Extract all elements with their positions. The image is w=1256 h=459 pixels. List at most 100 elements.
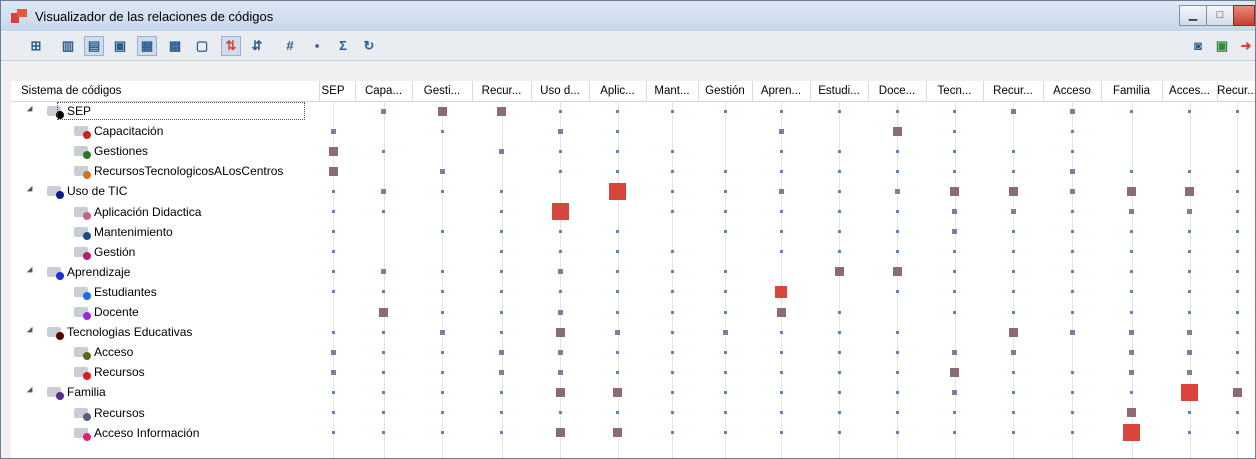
relation-cell-mark[interactable] xyxy=(1235,230,1239,234)
relation-cell-mark[interactable] xyxy=(616,169,619,173)
relation-cell-mark[interactable] xyxy=(440,290,444,294)
relation-cell-mark[interactable] xyxy=(670,210,674,213)
relation-cell-mark[interactable] xyxy=(1235,310,1239,314)
relation-cell-mark[interactable] xyxy=(331,189,335,193)
relation-cell-mark[interactable] xyxy=(895,210,899,213)
relation-cell-mark[interactable] xyxy=(382,149,385,153)
relation-cell-mark[interactable] xyxy=(331,230,335,234)
code-row[interactable]: Gestión xyxy=(11,242,311,262)
relation-cell-mark[interactable] xyxy=(1070,290,1074,294)
relation-cell-mark[interactable] xyxy=(1069,188,1075,194)
relation-cell-mark[interactable] xyxy=(330,369,336,375)
relation-cell-mark[interactable] xyxy=(440,431,444,435)
close-button[interactable] xyxy=(1233,5,1255,26)
relation-cell-mark[interactable] xyxy=(497,106,506,116)
relation-cell-mark[interactable] xyxy=(1070,149,1074,153)
relation-cell-mark[interactable] xyxy=(1011,169,1015,173)
relation-cell-mark[interactable] xyxy=(670,250,674,254)
relation-cell-mark[interactable] xyxy=(952,229,957,235)
relation-cell-mark[interactable] xyxy=(555,387,565,397)
relation-cell-mark[interactable] xyxy=(670,431,674,435)
relation-cell-mark[interactable] xyxy=(953,270,956,274)
relation-cell-mark[interactable] xyxy=(670,350,674,354)
relation-cell-mark[interactable] xyxy=(331,390,335,394)
relation-cell-mark[interactable] xyxy=(615,329,620,335)
layout1-icon[interactable]: ▥ xyxy=(59,37,77,55)
relation-cell-mark[interactable] xyxy=(895,109,899,113)
relation-cell-mark[interactable] xyxy=(551,203,569,220)
relation-cell-mark[interactable] xyxy=(953,149,956,153)
sort-icon[interactable]: ⇅ xyxy=(221,36,241,56)
relation-cell-mark[interactable] xyxy=(1008,186,1018,196)
relation-cell-mark[interactable] xyxy=(616,230,619,234)
relation-cell-mark[interactable] xyxy=(382,370,385,374)
relation-cell-mark[interactable] xyxy=(670,370,674,374)
relation-cell-mark[interactable] xyxy=(500,310,503,314)
relation-cell-mark[interactable] xyxy=(723,350,727,354)
relation-cell-mark[interactable] xyxy=(1070,230,1074,234)
relation-cell-mark[interactable] xyxy=(1011,411,1015,414)
relation-cell-mark[interactable] xyxy=(950,186,959,196)
number-icon[interactable]: ▢ xyxy=(193,37,211,55)
relation-cell-mark[interactable] xyxy=(381,188,386,194)
expand-triangle-icon[interactable] xyxy=(26,186,36,195)
relation-cell-mark[interactable] xyxy=(1069,168,1075,174)
refresh-icon[interactable]: ↻ xyxy=(360,37,378,55)
code-row[interactable]: Recursos xyxy=(11,362,311,382)
relation-cell-mark[interactable] xyxy=(1010,209,1016,214)
code-row[interactable]: Docente xyxy=(11,302,311,322)
relation-cell-mark[interactable] xyxy=(382,411,385,414)
relation-cell-mark[interactable] xyxy=(1188,109,1191,113)
relation-cell-mark[interactable] xyxy=(1235,189,1239,193)
sort2-icon[interactable]: ⇵ xyxy=(248,37,266,55)
relation-cell-mark[interactable] xyxy=(558,290,562,294)
relation-cell-mark[interactable] xyxy=(953,129,956,133)
relation-cell-mark[interactable] xyxy=(895,330,899,334)
relation-cell-mark[interactable] xyxy=(895,431,899,435)
relation-cell-mark[interactable] xyxy=(670,330,674,334)
relation-cell-mark[interactable] xyxy=(953,169,956,173)
relation-cell-mark[interactable] xyxy=(1011,370,1015,374)
relation-cell-mark[interactable] xyxy=(1011,230,1015,234)
relation-cell-mark[interactable] xyxy=(837,390,841,394)
relation-cell-mark[interactable] xyxy=(382,290,385,294)
relation-cell-mark[interactable] xyxy=(381,108,386,114)
relation-cell-mark[interactable] xyxy=(331,270,335,274)
relation-cell-mark[interactable] xyxy=(895,350,899,354)
relation-cell-mark[interactable] xyxy=(1010,108,1016,114)
relation-cell-mark[interactable] xyxy=(440,310,444,314)
relation-cell-mark[interactable] xyxy=(616,129,619,133)
relation-cell-mark[interactable] xyxy=(837,330,841,334)
relation-cell-mark[interactable] xyxy=(500,290,503,294)
relation-cell-mark[interactable] xyxy=(557,349,563,355)
code-group-row[interactable]: SEP xyxy=(11,101,311,121)
relation-cell-mark[interactable] xyxy=(1011,290,1015,294)
relation-cell-mark[interactable] xyxy=(331,290,335,294)
relation-cell-mark[interactable] xyxy=(381,269,386,275)
camera-icon[interactable]: ◙ xyxy=(1189,37,1207,55)
relation-cell-mark[interactable] xyxy=(670,290,674,294)
relation-cell-mark[interactable] xyxy=(953,290,956,294)
relation-cell-mark[interactable] xyxy=(557,128,563,134)
sigma-icon[interactable]: Σ xyxy=(334,37,352,55)
relation-cell-mark[interactable] xyxy=(670,109,674,113)
column-header[interactable]: Familia xyxy=(1101,81,1163,101)
relation-cell-mark[interactable] xyxy=(499,349,504,355)
relation-cell-mark[interactable] xyxy=(440,411,444,414)
square2-icon[interactable]: ▩ xyxy=(166,37,184,55)
relation-cell-mark[interactable] xyxy=(616,149,619,153)
relation-cell-mark[interactable] xyxy=(953,310,956,314)
relation-cell-mark[interactable] xyxy=(331,431,335,435)
relation-cell-mark[interactable] xyxy=(1011,270,1015,274)
relation-cell-mark[interactable] xyxy=(723,370,727,374)
relation-cell-mark[interactable] xyxy=(1127,186,1136,196)
square-icon[interactable]: ▦ xyxy=(137,36,157,56)
excel-icon[interactable]: ▣ xyxy=(1213,37,1231,55)
column-header[interactable]: Estudi... xyxy=(810,81,869,101)
code-row[interactable]: Acceso xyxy=(11,342,311,362)
relation-cell-mark[interactable] xyxy=(779,210,783,213)
relation-cell-mark[interactable] xyxy=(558,149,562,153)
relation-cell-mark[interactable] xyxy=(779,411,783,414)
relation-cell-mark[interactable] xyxy=(779,350,783,354)
relation-cell-mark[interactable] xyxy=(895,250,899,254)
